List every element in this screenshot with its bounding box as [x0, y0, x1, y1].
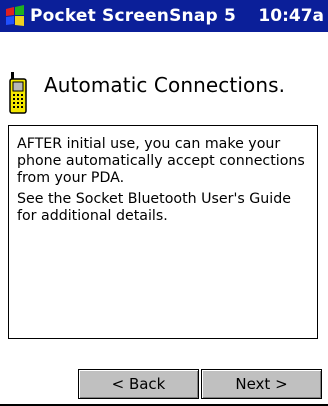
clock[interactable]: 10:47a [258, 5, 324, 27]
info-box: AFTER initial use, you can make your pho… [8, 125, 318, 339]
back-button[interactable]: < Back [78, 369, 199, 399]
info-paragraph: See the Socket Bluetooth User's Guide fo… [17, 191, 291, 224]
info-paragraph: AFTER initial use, you can make your pho… [17, 136, 305, 186]
phone-icon [9, 72, 27, 114]
title-bar: Pocket ScreenSnap 5 10:47a [0, 0, 328, 32]
app-title: Pocket ScreenSnap 5 [30, 6, 237, 26]
page-title: Automatic Connections. [44, 73, 286, 97]
windows-start-icon[interactable] [4, 5, 26, 27]
next-button[interactable]: Next > [201, 369, 322, 399]
